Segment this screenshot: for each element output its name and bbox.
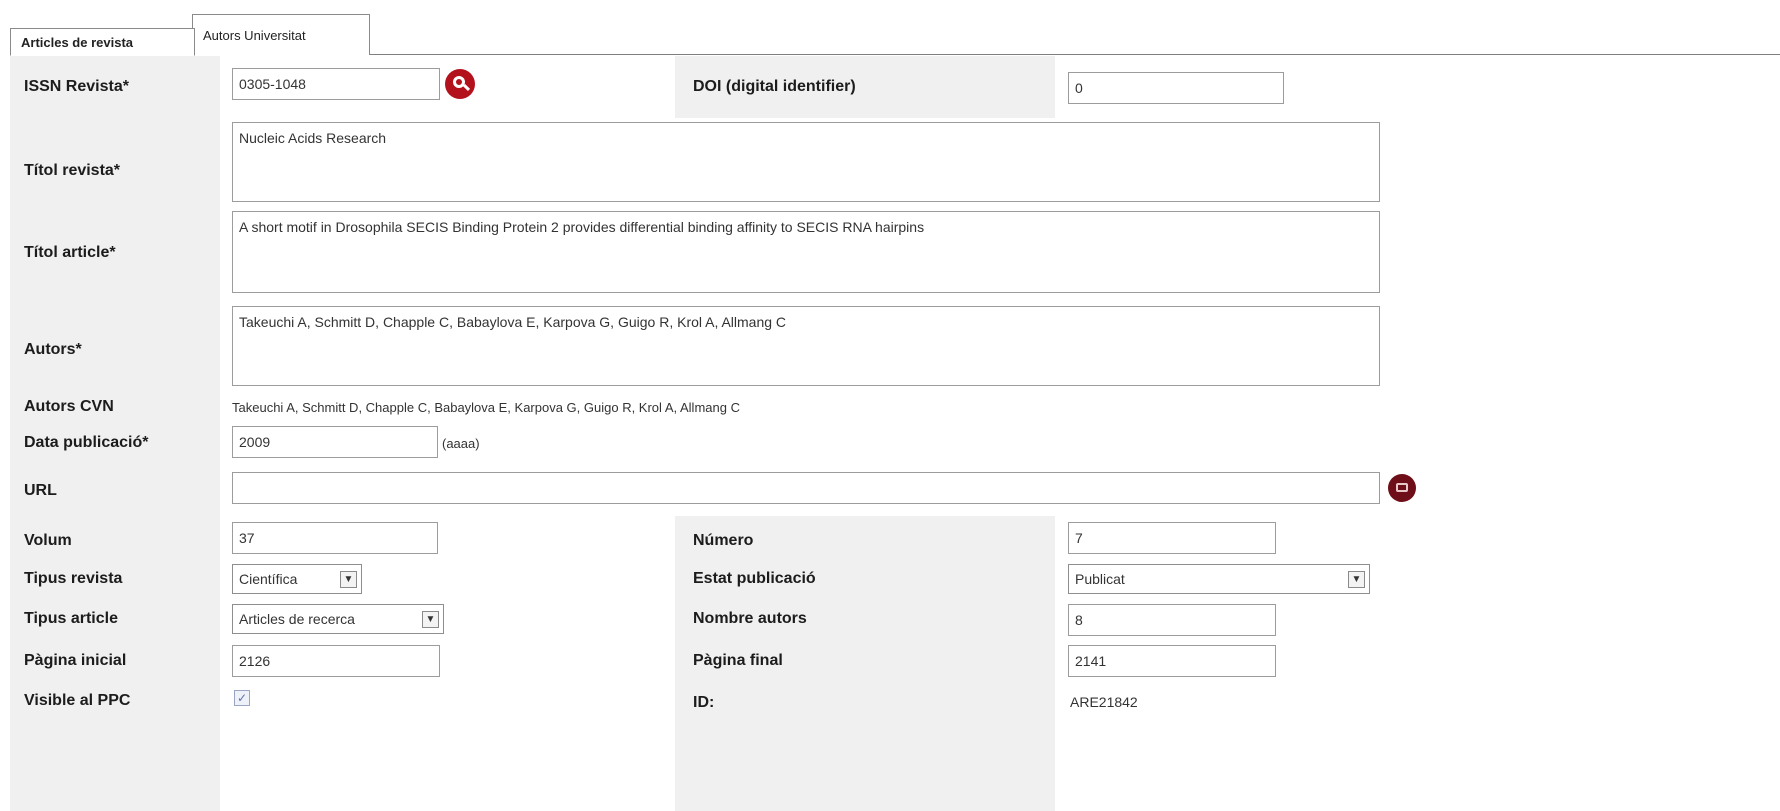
- url-input[interactable]: [232, 472, 1380, 504]
- doi-label: DOI (digital identifier): [693, 78, 856, 95]
- issn-input[interactable]: 0305-1048: [232, 68, 440, 100]
- titol-revista-textarea[interactable]: Nucleic Acids Research: [232, 122, 1380, 202]
- tipus-revista-value: Científica: [239, 571, 298, 587]
- issn-label: ISSN Revista*: [24, 78, 129, 95]
- numero-input[interactable]: 7: [1068, 522, 1276, 554]
- tab-autors-universitat[interactable]: Autors Universitat: [192, 14, 370, 55]
- pagina-final-label: Pàgina final: [693, 652, 783, 669]
- link-icon[interactable]: [1388, 474, 1416, 502]
- visible-ppc-checkbox[interactable]: ✓: [234, 690, 250, 706]
- tipus-revista-label: Tipus revista: [24, 570, 123, 587]
- search-icon[interactable]: [445, 69, 475, 99]
- chevron-down-icon: ▼: [1348, 571, 1365, 588]
- pagina-inicial-label: Pàgina inicial: [24, 652, 127, 669]
- volum-input[interactable]: 37: [232, 522, 438, 554]
- estat-publicacio-value: Publicat: [1075, 571, 1125, 587]
- tipus-article-select[interactable]: Articles de recerca ▼: [232, 604, 444, 634]
- titol-article-textarea[interactable]: A short motif in Drosophila SECIS Bindin…: [232, 211, 1380, 293]
- titol-revista-label: Títol revista*: [24, 162, 121, 179]
- tipus-revista-select[interactable]: Científica ▼: [232, 564, 362, 594]
- data-publicacio-input[interactable]: 2009: [232, 426, 438, 458]
- tipus-article-label: Tipus article: [24, 610, 118, 627]
- chevron-down-icon: ▼: [340, 571, 357, 588]
- id-label: ID:: [693, 694, 715, 711]
- volum-label: Volum: [24, 532, 72, 549]
- url-label: URL: [24, 482, 57, 499]
- tab-articles-de-revista[interactable]: Articles de revista: [10, 28, 195, 56]
- nombre-autors-input[interactable]: 8: [1068, 604, 1276, 636]
- autors-textarea[interactable]: Takeuchi A, Schmitt D, Chapple C, Babayl…: [232, 306, 1380, 386]
- chevron-down-icon: ▼: [422, 611, 439, 628]
- autors-cvn-label: Autors CVN: [24, 398, 114, 415]
- tipus-article-value: Articles de recerca: [239, 611, 355, 627]
- link-icon-glyph: [1396, 483, 1408, 492]
- nombre-autors-label: Nombre autors: [693, 610, 807, 627]
- autors-label: Autors*: [24, 341, 82, 358]
- numero-label: Número: [693, 532, 754, 549]
- visible-ppc-label: Visible al PPC: [24, 692, 131, 709]
- data-publicacio-label: Data publicació*: [24, 434, 149, 451]
- article-form: ISSN Revista* 0305-1048 DOI (digital ide…: [10, 56, 1780, 811]
- estat-publicacio-select[interactable]: Publicat ▼: [1068, 564, 1370, 594]
- id-value: ARE21842: [1070, 694, 1138, 710]
- autors-cvn-value: Takeuchi A, Schmitt D, Chapple C, Babayl…: [232, 400, 740, 415]
- date-format-hint: (aaaa): [442, 436, 480, 451]
- pagina-final-input[interactable]: 2141: [1068, 645, 1276, 677]
- titol-article-label: Títol article*: [24, 244, 116, 261]
- search-icon-handle: [462, 83, 471, 92]
- pagina-inicial-input[interactable]: 2126: [232, 645, 440, 677]
- doi-input[interactable]: 0: [1068, 72, 1284, 104]
- tab-bar: Articles de revista Autors Universitat: [10, 14, 1780, 56]
- estat-publicacio-label: Estat publicació: [693, 570, 816, 587]
